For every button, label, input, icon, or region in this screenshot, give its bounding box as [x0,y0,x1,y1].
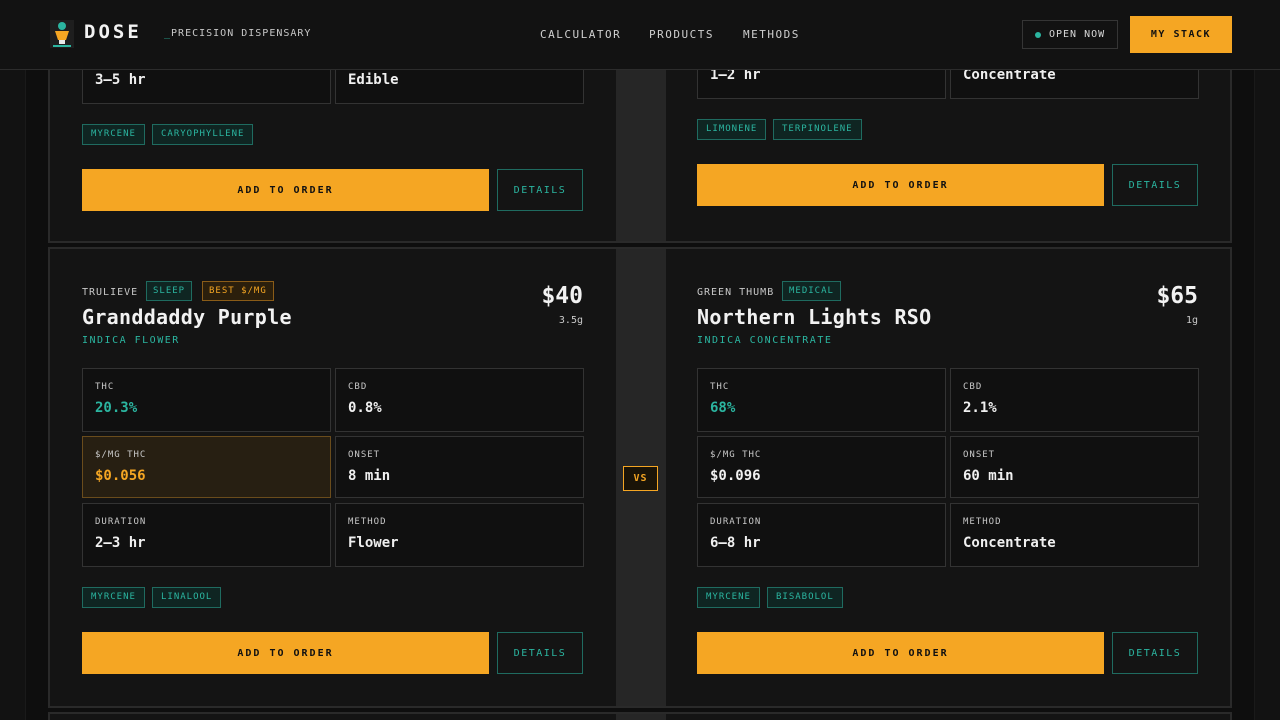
add-to-order-button[interactable]: ADD TO ORDER [82,632,489,674]
stat-label: CBD [963,382,983,392]
terpene-tag: LINALOOL [152,587,222,608]
stat-cbd: CBD 0.8% [335,368,584,432]
stat-price-per-mg: $/MG THC $0.056 [82,436,331,498]
logo-wordmark[interactable]: DOSE [84,21,142,43]
my-stack-button[interactable]: MY STACK [1130,16,1232,53]
product-category: INDICA FLOWER [82,335,180,346]
stat-onset: ONSET 8 min [335,436,584,498]
stat-value: 20.3% [95,400,138,416]
nav-products[interactable]: PRODUCTS [649,28,714,41]
tagline-prefix: _ [164,28,172,39]
top-navbar: DOSE _PRECISION DISPENSARY CALCULATOR PR… [0,0,1280,70]
tag-best-value: BEST $/MG [202,281,274,301]
stat-value: Concentrate [963,535,1056,551]
stat-cbd: CBD 2.1% [950,368,1199,432]
stat-value: 0.8% [348,400,382,416]
stat-onset: ONSET 60 min [950,436,1199,498]
row-divider [616,714,666,720]
product-size: 3.5g [558,315,583,326]
add-to-order-button[interactable]: ADD TO ORDER [82,169,489,211]
stat-method: METHOD Flower [335,503,584,567]
product-card-granddaddy-purple: TRULIEVE SLEEP BEST $/MG Granddaddy Purp… [50,249,616,706]
open-status-badge: OPEN NOW [1022,20,1118,49]
stat-value: 3–5 hr [95,72,146,88]
details-button[interactable]: DETAILS [497,169,583,211]
stat-label: THC [95,382,115,392]
tagline: _PRECISION DISPENSARY [164,28,311,39]
add-to-order-button[interactable]: ADD TO ORDER [697,632,1104,674]
product-size: 1g [1185,315,1198,326]
stat-duration: DURATION 2–3 hr [82,503,331,567]
product-name: Northern Lights RSO [697,305,932,329]
stat-label: CBD [348,382,368,392]
stat-value: Flower [348,535,399,551]
stat-label: THC [710,382,730,392]
tag-medical: MEDICAL [782,281,841,301]
stat-label: $/MG THC [95,450,147,460]
stat-label: DURATION [710,517,762,527]
stat-value: 2–3 hr [95,535,146,551]
terpene-tag: CARYOPHYLLENE [152,124,254,145]
brand-name: TRULIEVE [82,287,139,298]
brand-name: GREEN THUMB [697,287,775,298]
terpene-tag: MYRCENE [82,587,145,608]
compare-row-next [48,712,1232,720]
stat-value: $0.096 [710,468,761,484]
background-rail-left [0,0,26,720]
stat-price-per-mg: $/MG THC $0.096 [697,436,946,498]
details-button[interactable]: DETAILS [497,632,583,674]
nav-calculator[interactable]: CALCULATOR [540,28,621,41]
status-text: OPEN NOW [1049,29,1106,40]
terpene-tag: LIMONENE [697,119,767,140]
stat-value: 60 min [963,468,1014,484]
tagline-text: PRECISION DISPENSARY [171,28,312,39]
terpene-tag: TERPINOLENE [773,119,862,140]
stat-thc: THC 68% [697,368,946,432]
terpene-tag: MYRCENE [697,587,760,608]
stat-value: $0.056 [95,468,146,484]
terpene-tag: BISABOLOL [767,587,843,608]
stat-method: METHOD Concentrate [950,503,1199,567]
add-to-order-button[interactable]: ADD TO ORDER [697,164,1104,206]
product-price: $65 [1156,283,1198,309]
compare-row-main: VS TRULIEVE SLEEP BEST $/MG Granddaddy P… [48,247,1232,708]
vs-badge: VS [623,466,658,491]
tag-sleep: SLEEP [146,281,193,301]
product-category: INDICA CONCENTRATE [697,335,833,346]
nav-methods[interactable]: METHODS [743,28,800,41]
stat-thc: THC 20.3% [82,368,331,432]
stat-label: METHOD [963,517,1002,527]
status-dot-icon [1035,31,1041,38]
details-button[interactable]: DETAILS [1112,164,1198,206]
stat-label: ONSET [348,450,381,460]
stat-label: ONSET [963,450,996,460]
background-rail-right [1254,0,1280,720]
dose-logo-icon[interactable] [50,20,74,48]
stat-label: METHOD [348,517,387,527]
stat-value: 2.1% [963,400,997,416]
stat-value: 6–8 hr [710,535,761,551]
details-button[interactable]: DETAILS [1112,632,1198,674]
stat-label: DURATION [95,517,147,527]
stat-duration: DURATION 6–8 hr [697,503,946,567]
product-name: Granddaddy Purple [82,305,292,329]
stat-value: 68% [710,400,736,416]
product-price: $40 [541,283,583,309]
product-card-northern-lights-rso: GREEN THUMB MEDICAL Northern Lights RSO … [666,249,1232,706]
stat-value: Edible [348,72,399,88]
terpene-tag: MYRCENE [82,124,145,145]
stat-value: 8 min [348,468,391,484]
stat-label: $/MG THC [710,450,762,460]
